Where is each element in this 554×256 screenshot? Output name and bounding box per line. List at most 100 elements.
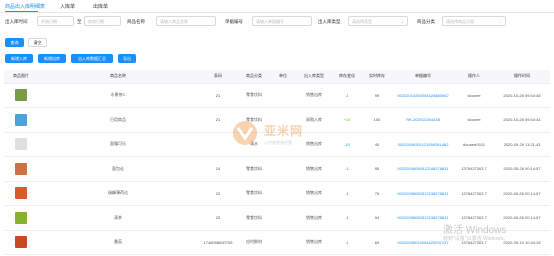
operation-time-cell: 2020-05-28 00:14:57 <box>494 181 550 206</box>
type-label: 出入库类型 <box>318 19 341 24</box>
product-thumbnail <box>15 162 27 175</box>
doc-number-link[interactable]: 00202008050512248278831 <box>397 166 448 171</box>
watermark-sub: 让传统更易经营 <box>264 140 292 145</box>
inout-type: 销售出库 <box>306 214 322 220</box>
type-select[interactable]: 请选择类型 ⌄ <box>348 16 408 26</box>
product-name-cell: 清茶 <box>38 205 198 231</box>
category-cell: 应时鲜材 <box>238 230 270 255</box>
product-name-label: 商品名称 <box>127 19 145 24</box>
doc-number-link-cell: 00202008301121559281482 <box>392 132 454 157</box>
current-stock-cell: 95 <box>362 156 392 182</box>
operation-time-cell: 2020-10-28 09:44:44 <box>494 107 550 133</box>
end-date-input[interactable]: 结束日期 <box>84 16 121 26</box>
table-row[interactable]: 水果茶C 21 零食饮料 销售出库 -1 99 0020201026005442588598… <box>4 83 550 108</box>
category: 零食饮料 <box>246 190 262 196</box>
category-cell: 零食饮料 <box>238 83 270 108</box>
product-name-cell: 日用商品 <box>38 107 198 133</box>
brand-logo-icon <box>233 121 257 145</box>
product-thumbnail <box>15 113 27 126</box>
doc-no-input[interactable]: 请输入单据编号 <box>252 16 312 26</box>
product-thumbnail <box>15 89 27 102</box>
barcode: 21 <box>215 117 221 123</box>
doc-no-label: 单据编号 <box>225 19 243 24</box>
export-button[interactable]: 导出 <box>118 54 136 63</box>
product-name: 日用商品 <box>110 116 126 122</box>
active-tab-indicator <box>5 11 38 12</box>
barcode: 22 <box>215 190 221 196</box>
time-label: 出入库时间 <box>5 19 28 24</box>
product-name-cell: 水果茶C <box>38 83 198 108</box>
operation-time: 2020-10-28 09:44:48 <box>503 92 541 98</box>
stock-change: -10 <box>344 141 350 147</box>
doc-number-link[interactable]: RK-202010264438 <box>406 117 440 122</box>
barcode: 24 <box>215 166 221 172</box>
product-name-cell: 面包论 <box>38 156 198 182</box>
barcode-cell: 21 <box>198 83 238 108</box>
stock-change: -1 <box>345 190 349 196</box>
new-inbound-button[interactable]: 新增入库 <box>5 54 33 63</box>
windows-activation-hint: 转到"设置"以激活 Windows。 <box>443 236 509 242</box>
col-doc: 单据编号 <box>392 70 454 84</box>
doc-number-link-cell: RK-202010264438 <box>392 107 454 133</box>
new-outbound-button[interactable]: 新增出库 <box>38 54 66 63</box>
operation-time-cell: 2020-10-28 09:44:48 <box>494 83 550 108</box>
product-name: 面包论 <box>112 165 124 171</box>
col-unit: 单位 <box>270 70 296 84</box>
product-name: 水果茶C <box>110 92 126 98</box>
doc-number-link[interactable]: 00202008010064425937147 <box>397 240 448 245</box>
inout-type: 销售出库 <box>306 239 322 245</box>
operator-cell: 1376427303 7 <box>454 156 494 182</box>
doc-number-link[interactable]: 00202010260054425885982 <box>397 93 448 98</box>
table-row[interactable]: 瑞峰薄荷达 22 零食饮料 销售出库 -1 75 002020080505122482788… <box>4 181 550 206</box>
tab-inbound[interactable]: 入库单 <box>60 3 75 10</box>
col-category: 商品分类 <box>238 70 270 84</box>
operator-cell: dounee <box>454 107 494 133</box>
tab-bar: 商品出入库明细表 入库单 出库单 <box>0 0 554 13</box>
product-thumb-cell <box>4 83 38 108</box>
product-thumb-cell <box>4 230 38 255</box>
col-stock: 实时库存 <box>362 70 392 84</box>
operation-time-cell: 2020-09-29 11:21:43 <box>494 132 550 157</box>
product-name-cell: 番茄 <box>38 230 198 255</box>
inout-type-cell: 销售出库 <box>296 230 332 255</box>
operator: dounee0011 <box>463 141 485 147</box>
operator: 1376427303 7 <box>461 215 487 221</box>
col-operator: 操作人 <box>454 70 494 84</box>
col-type: 出入库类型 <box>296 70 332 84</box>
category-select[interactable]: 请选择商品分类 ⌄ <box>442 16 506 26</box>
product-name: 瑞峰薄荷达 <box>108 190 128 196</box>
stock-change: -1 <box>345 166 349 172</box>
start-date-input[interactable]: 开始日期 <box>37 16 74 26</box>
tab-inout-detail[interactable]: 商品出入库明细表 <box>5 3 45 10</box>
reset-button[interactable]: 清空 <box>28 38 47 47</box>
chevron-down-icon: ⌄ <box>400 19 404 24</box>
current-stock-cell: 75 <box>362 181 392 206</box>
watermark-logo: 亚米网 让传统更易经营 <box>230 118 340 168</box>
unit-cell <box>270 230 296 255</box>
category: 零食饮料 <box>246 92 262 98</box>
stock-change-cell: -1 <box>332 230 362 255</box>
doc-number-link[interactable]: 00202008301121559281482 <box>398 142 449 147</box>
search-button[interactable]: 查询 <box>5 38 24 47</box>
tab-outbound[interactable]: 出库单 <box>93 3 108 10</box>
type-select-placeholder: 请选择类型 <box>352 19 372 24</box>
summary-button[interactable]: 出入库数据汇总 <box>71 54 113 63</box>
product-name-cell: 面霜可乐 <box>38 132 198 157</box>
barcode: 21 <box>215 92 221 98</box>
doc-number-link[interactable]: 00202008050512248278831 <box>397 191 448 196</box>
current-stock-cell: 40 <box>362 132 392 157</box>
barcode-cell: 22 <box>198 181 238 206</box>
doc-number-link-cell: 00202008050512248278831 <box>392 156 454 182</box>
product-thumbnail <box>15 236 27 249</box>
operator-cell: dounee <box>454 83 494 108</box>
inout-type-cell: 销售出库 <box>296 181 332 206</box>
product-name-input[interactable]: 请输入商品名称 <box>156 16 216 26</box>
doc-number-link[interactable]: 00202008050512248278831 <box>397 215 448 220</box>
product-thumb-cell <box>4 205 38 231</box>
product-thumb-cell <box>4 132 38 157</box>
product-name: 番茄 <box>114 239 122 245</box>
stock-change: -1 <box>345 239 349 245</box>
category: 应时鲜材 <box>246 239 262 245</box>
barcode-cell: 1748058600708 <box>198 230 238 255</box>
stock-change-cell: -1 <box>332 83 362 108</box>
